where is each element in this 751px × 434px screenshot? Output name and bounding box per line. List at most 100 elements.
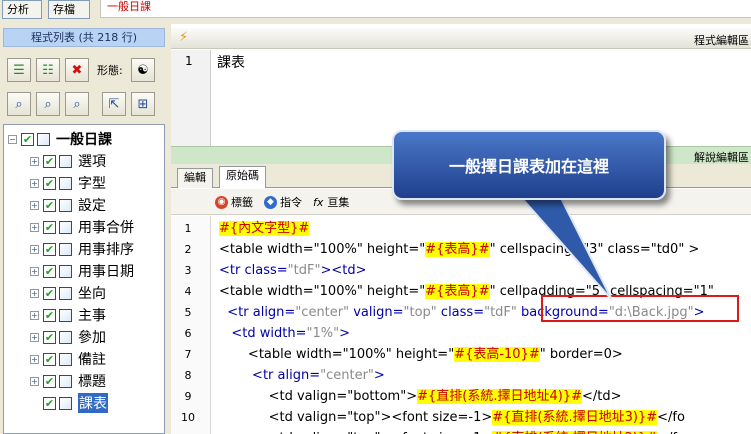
program-list-panel: 程式列表 (共 218 行) ☰ ☷ ✖ 形態: ☯ ⌕ ⌕ ⌕ ⇱ ⊞ − ✔… [0,24,168,434]
item-icon [59,308,72,322]
tree-item[interactable]: + ✔ 參加 [30,326,106,348]
tree-item-checkbox[interactable]: ✔ [43,330,56,344]
expand-icon[interactable]: + [30,244,39,254]
save-button[interactable]: 存檔 [48,0,90,19]
code-line-text: <table width="100%" height="#{表高-10}#" b… [219,344,623,365]
tree-item[interactable]: + ✔ 用事排序 [30,238,134,260]
tab-source[interactable]: 原始碼 [219,166,266,188]
code-line[interactable]: 8 <tr align="center"> [171,365,751,386]
callout-text: 一般擇日課表加在這裡 [448,157,609,176]
search-button[interactable]: ⌕ [7,92,31,116]
expand-icon[interactable]: + [30,354,39,364]
form-toggle-button[interactable]: ☯ [131,58,155,82]
code-line-text: <td width="1%"> [219,323,350,344]
source-code-editor[interactable]: 1 #{內文字型}# 2 <table width="100%" height="#{… [171,216,751,434]
code-line[interactable]: 9 <td valign="bottom">#{直排(系統.擇日地址4)}#</… [171,386,751,407]
command-button-label: 指令 [280,196,302,209]
item-icon [37,132,50,146]
tree-item[interactable]: + ✔ 選項 [30,150,106,172]
item-icon [59,352,72,366]
tree-item-checkbox[interactable]: ✔ [43,374,56,388]
function-icon: fx [313,195,324,209]
tree-item[interactable]: + ✔ 用事合併 [30,216,134,238]
tree-item-label: 坐向 [78,286,106,302]
tree-item[interactable]: + ✔ 字型 [30,172,106,194]
analyze-button[interactable]: 分析 [2,0,42,19]
code-token: "tdF" [484,305,522,320]
top-bar: 分析 存檔 一般日課 [0,0,751,24]
code-line[interactable]: 7 <table width="100%" height="#{表高-10}#"… [171,344,751,365]
tree-item-label: 用事合併 [78,220,134,236]
expand-icon[interactable]: + [30,178,39,188]
code-line-number: 9 [184,390,192,403]
code-line[interactable]: 11 <td valign="top"><font size=-1>#{直排(系… [171,428,751,434]
program-name-field[interactable]: 一般日課 [100,0,751,18]
code-edit-header: ⚡ 程式編輯區 [171,28,751,49]
add-child-button[interactable]: ☷ [36,58,60,82]
find-next-button[interactable]: ⌕ [36,92,60,116]
code-line[interactable]: 1 #{內文字型}# [171,218,751,239]
tab-edit[interactable]: 編輯 [177,168,213,188]
line-number: 1 [185,54,193,68]
code-line-number: 8 [184,369,192,382]
item-icon [59,220,72,234]
code-line-text: #{內文字型}# [219,218,310,239]
tree-item[interactable]: + ✔ 標題 [30,370,106,392]
template-variable: #{表高}# [425,242,490,257]
tree-item-checkbox[interactable]: ✔ [43,154,56,168]
expand-icon[interactable]: + [30,288,39,298]
delete-button[interactable]: ✖ [65,58,89,82]
expand-icon[interactable]: + [30,310,39,320]
code-line[interactable]: 10 <td valign="top"><font size=-1>#{直排(系… [171,407,751,428]
code-line[interactable]: 2 <table width="100%" height="#{表高}#" cel… [171,239,751,260]
tree-view-button[interactable]: ⊞ [131,92,155,116]
expand-icon[interactable]: + [30,332,39,342]
code-line[interactable]: 3 <tr class="tdF"><td> [171,260,751,281]
collapse-icon[interactable]: − [8,134,17,144]
tree-item-checkbox[interactable]: ✔ [43,308,56,322]
tree-item-checkbox[interactable]: ✔ [43,264,56,278]
tag-button-label: 標籤 [231,196,253,209]
expand-icon[interactable]: + [30,222,39,232]
replace-button[interactable]: ⌕ [65,92,89,116]
expand-icon[interactable]: + [30,200,39,210]
tag-button[interactable]: ◉ 標籤 [215,194,253,210]
code-token: > [339,326,351,341]
add-item-button[interactable]: ☰ [7,58,31,82]
add-item-icon: ☰ [13,62,25,78]
tree-item-label: 課表 [78,393,108,413]
template-variable: #{直排(系統.擇日地址3)}# [492,410,658,425]
tree-item[interactable]: + ✔ 用事日期 [30,260,134,282]
expand-icon[interactable]: + [30,266,39,276]
expand-icon[interactable]: + [30,156,39,166]
tree-item[interactable]: + ✔ 坐向 [30,282,106,304]
macro-button[interactable]: fx 亘集 [313,194,349,210]
select-button[interactable]: ⇱ [102,92,126,116]
select-arrow-icon: ⇱ [108,96,120,112]
editor-panel: ⚡ 程式編輯區 1 課表 解說編輯區 編輯 原始碼 ◉ 標籤 ◆ 指令 fx 亘集 1… [171,24,751,434]
code-token: <td valign="bottom"> [219,389,418,404]
tree-item[interactable]: + ✔ 設定 [30,194,106,216]
search-icon: ⌕ [15,96,23,112]
tree-item-checkbox[interactable]: ✔ [43,352,56,366]
tree-item-checkbox[interactable]: ✔ [21,132,34,146]
code-edit-text[interactable]: 課表 [217,52,245,72]
code-token: <tr [219,263,245,278]
magic-wand-icon[interactable]: ⚡ [179,30,188,45]
code-line-number: 4 [184,285,192,298]
tree-item-checkbox[interactable]: ✔ [43,220,56,234]
tree-item[interactable]: + ✔ 主事 [30,304,106,326]
tree-item[interactable]: + ✔ 備註 [30,348,106,370]
tree-item-root[interactable]: − ✔ 一般日課 [8,128,112,150]
tree-item-checkbox[interactable]: ✔ [43,286,56,300]
expand-icon[interactable]: + [30,376,39,386]
command-button[interactable]: ◆ 指令 [264,194,302,210]
program-tree: − ✔ 一般日課 + ✔ 選項 + ✔ 字型 + ✔ 設定 + ✔ 用事合併 + ✔ 用事排序 + ✔… [3,124,165,434]
tree-item-checkbox[interactable]: ✔ [43,242,56,256]
code-line-number: 2 [184,243,192,256]
code-line[interactable]: 6 <td width="1%"> [171,323,751,344]
tree-item-checkbox[interactable]: ✔ [43,198,56,212]
tree-item-checkbox[interactable]: ✔ [43,396,56,410]
tree-item-checkbox[interactable]: ✔ [43,176,56,190]
tree-item-selected[interactable]: ✔ 課表 [43,392,108,414]
